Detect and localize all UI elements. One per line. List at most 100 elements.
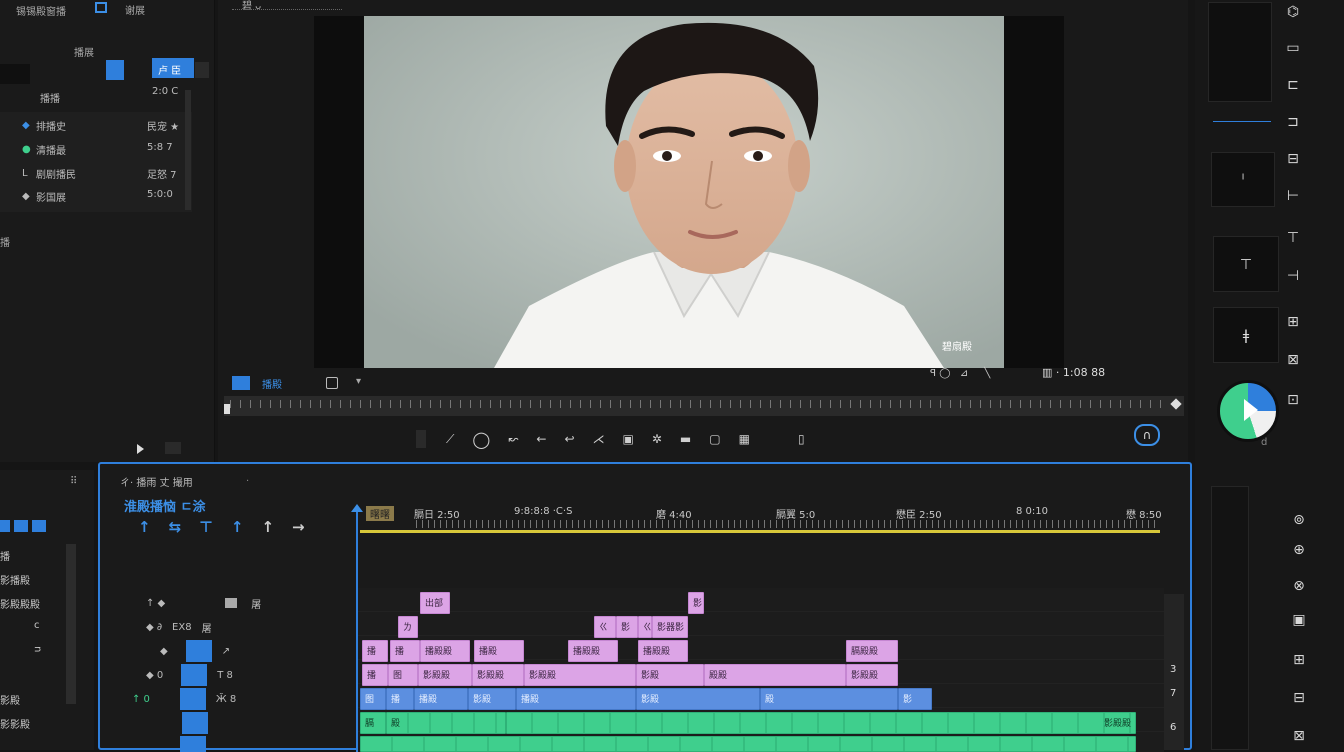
view-toggle-button[interactable]: [232, 376, 250, 390]
panel-slot[interactable]: [1208, 2, 1272, 102]
select-tool-icon[interactable]: ↑: [138, 518, 151, 536]
mark-in-icon[interactable]: ⟋: [446, 432, 454, 447]
clip[interactable]: 影殿: [468, 688, 516, 710]
track-header-a1[interactable]: ↑ 0 Ӂ 8: [132, 688, 352, 710]
extract-icon[interactable]: ▢: [709, 432, 720, 446]
clip[interactable]: 殿: [760, 688, 898, 710]
track-header-v3[interactable]: ◆ ∂ EX8 屠: [146, 616, 346, 638]
track-lock[interactable]: ↗: [222, 646, 230, 657]
step-forward-icon[interactable]: ↩: [564, 432, 574, 446]
track-target-button[interactable]: [182, 712, 208, 734]
tool-icon-3[interactable]: ⊏: [1281, 77, 1305, 93]
clip[interactable]: 影殿殿: [506, 712, 1136, 734]
track-header-a2[interactable]: [180, 712, 380, 734]
clip[interactable]: 影: [898, 688, 932, 710]
clip[interactable]: 影: [688, 592, 704, 614]
project-footer-box[interactable]: [165, 442, 181, 454]
clip[interactable]: 播殿: [474, 640, 524, 662]
clip[interactable]: 影殿殿: [846, 664, 898, 686]
list-item[interactable]: ● 清播最: [22, 142, 66, 157]
clip[interactable]: 影殿殿: [472, 664, 524, 686]
clip[interactable]: 播: [386, 688, 414, 710]
left-blue-buttons[interactable]: [0, 520, 64, 534]
clip[interactable]: 播殿殿: [568, 640, 618, 662]
left-list-item[interactable]: 影殿殿殿: [0, 596, 40, 611]
monitor-zoom-icons[interactable]: ꟼ ◯ ⊿ ╲: [930, 368, 990, 379]
ripple-edit-icon[interactable]: ⊤: [199, 518, 213, 536]
left-list-item[interactable]: 影殿: [0, 692, 20, 707]
timeline-ruler[interactable]: 曙曙 膈日 2:50 9:8:8:8 ·C·S 磨 4:40 膈翼 5:0 懋臣…: [356, 504, 1164, 533]
button-editor-button[interactable]: ∩: [1134, 424, 1160, 446]
settings-dropdown-icon[interactable]: ▾: [356, 376, 361, 387]
clip[interactable]: 殿: [386, 712, 506, 734]
go-to-in-icon[interactable]: ↜: [508, 432, 518, 446]
monitor-scrubber[interactable]: [224, 396, 1184, 416]
timeline-vertical-scrollbar[interactable]: 3 7 6: [1164, 594, 1184, 750]
blue-toggle-a[interactable]: [0, 520, 10, 532]
bottom-tool-icon-1[interactable]: ⊚: [1287, 512, 1311, 528]
slip-tool-icon[interactable]: ↑: [261, 518, 274, 536]
panel-slot[interactable]: ǂ: [1213, 307, 1279, 363]
panel-slot[interactable]: ⊤: [1213, 236, 1279, 292]
clip[interactable]: 殿殿: [704, 664, 846, 686]
track-header-v4[interactable]: ↑ ◆ 屠: [146, 592, 346, 614]
list-item[interactable]: ◆ 排播史: [22, 118, 66, 133]
tool-icon-1[interactable]: ⌬: [1281, 4, 1305, 20]
clip[interactable]: ㄌ: [398, 616, 418, 638]
viewer-tab-label[interactable]: 播殿: [262, 376, 282, 391]
playhead-handle-icon[interactable]: [351, 504, 363, 512]
bottom-tool-icon-7[interactable]: ⊠: [1287, 728, 1311, 744]
timeline-panel-menu[interactable]: ·: [246, 476, 249, 487]
left-panel-menu-icon[interactable]: ⠿: [70, 476, 77, 487]
bin-row-name[interactable]: 播播: [40, 90, 60, 105]
track-lock[interactable]: 屠: [202, 620, 212, 635]
left-list-item[interactable]: 影播殿: [0, 572, 30, 587]
work-area-bar[interactable]: [360, 530, 1160, 533]
lift-icon[interactable]: ▬: [680, 432, 691, 446]
list-item[interactable]: ◆ 影国展: [22, 189, 66, 204]
clip[interactable]: 影殿: [636, 688, 760, 710]
list-view-button[interactable]: [106, 60, 124, 80]
snap-arrow-icon[interactable]: →: [292, 518, 305, 536]
export-frame-icon[interactable]: ▦: [739, 432, 750, 446]
project-scrollbar[interactable]: [185, 90, 191, 210]
go-to-out-icon[interactable]: ⋌: [593, 432, 605, 446]
tool-icon-10[interactable]: ⊠: [1281, 352, 1305, 368]
sequence-title[interactable]: 淮殿播恼 ㄷ涂: [124, 496, 206, 515]
project-panel-tab[interactable]: 谢展: [125, 2, 145, 17]
track-lock-icon[interactable]: [225, 598, 238, 608]
loop-icon[interactable]: ◯: [472, 430, 490, 449]
left-list-item[interactable]: ᴝ: [34, 644, 41, 655]
comparison-icon[interactable]: ▯: [798, 432, 805, 446]
track-select-icon[interactable]: ⇆: [169, 518, 182, 536]
bin-icon[interactable]: [95, 2, 107, 13]
project-search-bar[interactable]: [0, 64, 30, 84]
tool-icon-11[interactable]: ⊡: [1281, 392, 1305, 408]
bottom-tool-icon-2[interactable]: ⊕: [1287, 542, 1311, 558]
track-header-v1[interactable]: ◆ 0 T 8: [146, 664, 346, 686]
track-target-button[interactable]: [181, 664, 208, 686]
clip[interactable]: 图: [360, 688, 386, 710]
clip[interactable]: ㄍ: [594, 616, 616, 638]
track-target-button[interactable]: [185, 640, 212, 662]
clip[interactable]: ㄍ: [638, 616, 652, 638]
left-list-item[interactable]: 影影殿: [0, 716, 30, 731]
bottom-tool-icon-3[interactable]: ⊗: [1287, 578, 1311, 594]
tool-icon-5[interactable]: ⊟: [1281, 151, 1305, 167]
track-toggles[interactable]: ◆ 0: [146, 670, 163, 681]
bottom-tool-icon-4[interactable]: ▣: [1287, 612, 1311, 628]
scrubber-end-marker[interactable]: [1170, 398, 1182, 410]
track-toggles[interactable]: ◆ ∂: [146, 622, 162, 633]
clip[interactable]: 影殿: [636, 664, 704, 686]
color-wheel-gauge[interactable]: [1217, 380, 1279, 442]
track-toggles[interactable]: ◆: [160, 646, 168, 657]
clip[interactable]: 膈: [360, 712, 386, 734]
list-item[interactable]: L 剧剧播民: [22, 166, 76, 181]
left-list-item[interactable]: c: [34, 620, 40, 631]
blue-toggle-c[interactable]: [32, 520, 46, 532]
overwrite-icon[interactable]: ✲: [652, 432, 662, 446]
clip[interactable]: 播殿殿: [638, 640, 688, 662]
clip[interactable]: 图: [388, 664, 418, 686]
track-toggles[interactable]: ↑ ◆: [146, 598, 165, 609]
left-list-scrollbar[interactable]: [66, 544, 76, 704]
